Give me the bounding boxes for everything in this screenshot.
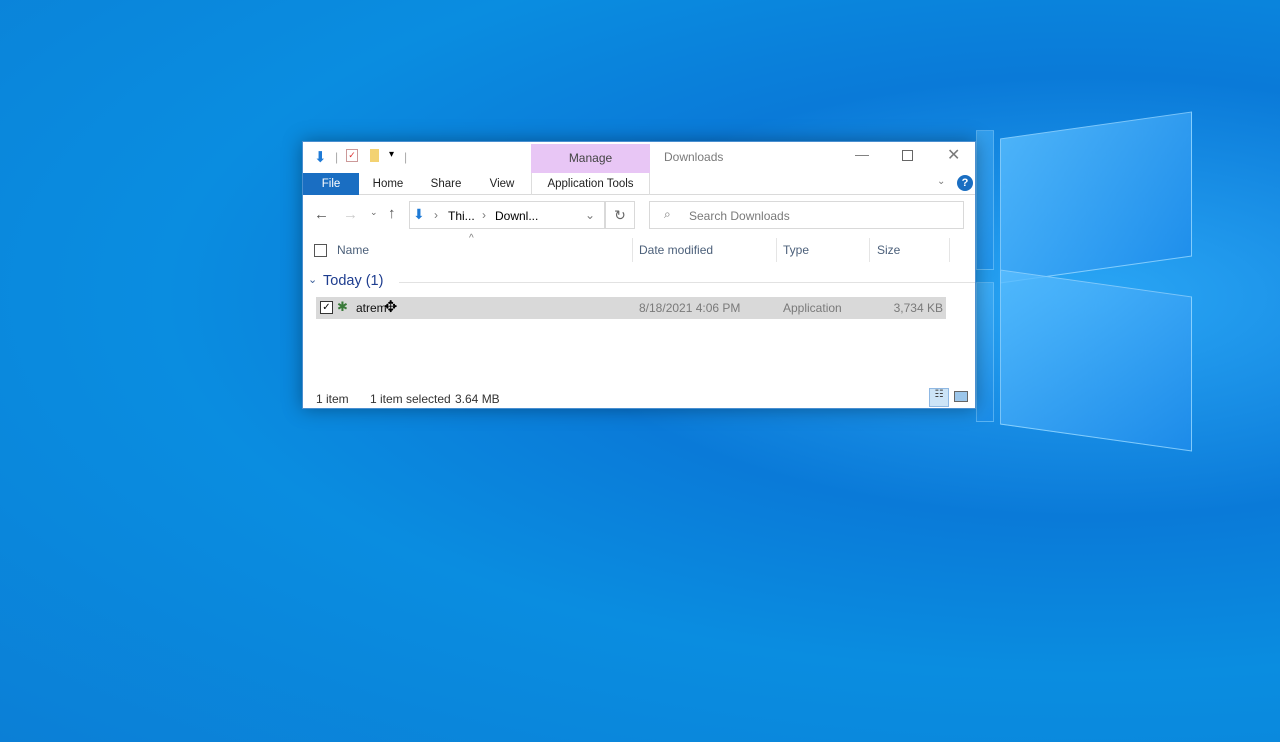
status-bar: 1 item 1 item selected 3.64 MB ☷ — [303, 388, 975, 408]
tab-view[interactable]: View — [481, 173, 523, 195]
breadcrumb-this-pc[interactable]: Thi... — [448, 209, 475, 223]
navigation-bar: ← → ⌄ ↑ ⬇ › Thi... › Downl... ⌄ ↻ ⌕ Sear… — [303, 195, 975, 235]
column-size[interactable]: Size — [877, 243, 900, 257]
file-type: Application — [783, 301, 842, 315]
group-label: Today (1) — [323, 273, 384, 289]
divider — [869, 238, 870, 262]
address-bar[interactable]: ⬇ › Thi... › Downl... ⌄ — [409, 201, 605, 229]
customize-toolbar-icon[interactable]: ▾ — [389, 149, 394, 160]
download-arrow-icon: ⬇ — [314, 149, 327, 166]
file-row[interactable]: ✓ ✱ atrem 8/18/2021 4:06 PM Application … — [316, 297, 946, 319]
windows-logo-pane — [1000, 111, 1192, 284]
refresh-button[interactable]: ↻ — [605, 201, 635, 229]
chevron-right-icon: › — [482, 208, 486, 222]
file-size: 3,734 KB — [893, 301, 943, 315]
tab-share[interactable]: Share — [423, 173, 469, 195]
move-cursor-icon: ✥ — [384, 299, 398, 316]
new-folder-icon[interactable] — [370, 149, 379, 162]
column-type[interactable]: Type — [783, 243, 809, 257]
large-icons-view-button[interactable] — [954, 391, 968, 402]
column-name[interactable]: Name — [337, 243, 369, 257]
back-button[interactable]: ← — [314, 206, 329, 223]
chevron-right-icon: › — [434, 208, 438, 222]
manage-context-tab[interactable]: Manage — [531, 144, 650, 173]
select-all-checkbox[interactable] — [314, 244, 327, 257]
status-selection: 1 item selected — [370, 392, 451, 406]
row-checkbox[interactable]: ✓ — [320, 301, 333, 314]
title-bar: ⬇ | ✓ ▾ | Manage Downloads — ✕ — [303, 142, 975, 173]
tab-file[interactable]: File — [303, 173, 359, 195]
search-box[interactable]: ⌕ Search Downloads — [649, 201, 964, 229]
file-name[interactable]: atrem — [356, 301, 387, 315]
application-icon: ✱ — [337, 299, 348, 314]
close-button[interactable]: ✕ — [947, 145, 960, 165]
maximize-button[interactable] — [902, 150, 913, 161]
collapse-chevron-icon: ⌄ — [308, 274, 318, 286]
ribbon-tabs: File Home Share View Application Tools ⌄… — [303, 173, 975, 195]
divider — [776, 238, 777, 262]
windows-logo-pane — [976, 282, 994, 422]
column-date-modified[interactable]: Date modified — [639, 243, 713, 257]
download-arrow-icon: ⬇ — [413, 206, 425, 222]
sort-ascending-icon: ^ — [469, 233, 474, 244]
windows-logo-pane — [976, 130, 994, 270]
search-input[interactable]: Search Downloads — [689, 209, 790, 223]
expand-ribbon-icon[interactable]: ⌄ — [937, 176, 945, 187]
details-view-button[interactable]: ☷ — [929, 388, 949, 407]
group-header-today[interactable]: ⌄ Today (1) — [307, 273, 975, 291]
minimize-button[interactable]: — — [855, 146, 869, 162]
windows-logo-pane — [1000, 269, 1192, 452]
breadcrumb-downloads[interactable]: Downl... — [495, 209, 538, 223]
separator: | — [335, 150, 339, 164]
status-selection-size: 3.64 MB — [455, 392, 500, 406]
recent-locations-button[interactable]: ⌄ — [370, 207, 378, 218]
divider — [399, 282, 975, 283]
forward-button[interactable]: → — [343, 206, 358, 223]
file-explorer-window: ⬇ | ✓ ▾ | Manage Downloads — ✕ File Home… — [302, 141, 976, 409]
search-icon: ⌕ — [664, 207, 671, 221]
tab-home[interactable]: Home — [365, 173, 411, 195]
separator: | — [404, 150, 408, 164]
address-dropdown-icon[interactable]: ⌄ — [585, 208, 595, 222]
tab-application-tools[interactable]: Application Tools — [531, 173, 650, 195]
up-button[interactable]: ↑ — [388, 205, 396, 222]
properties-icon[interactable]: ✓ — [346, 149, 358, 162]
divider — [949, 238, 950, 262]
divider — [632, 238, 633, 262]
window-title: Downloads — [664, 150, 724, 164]
status-item-count: 1 item — [316, 392, 349, 406]
help-icon[interactable]: ? — [957, 175, 973, 191]
file-date: 8/18/2021 4:06 PM — [639, 301, 741, 315]
